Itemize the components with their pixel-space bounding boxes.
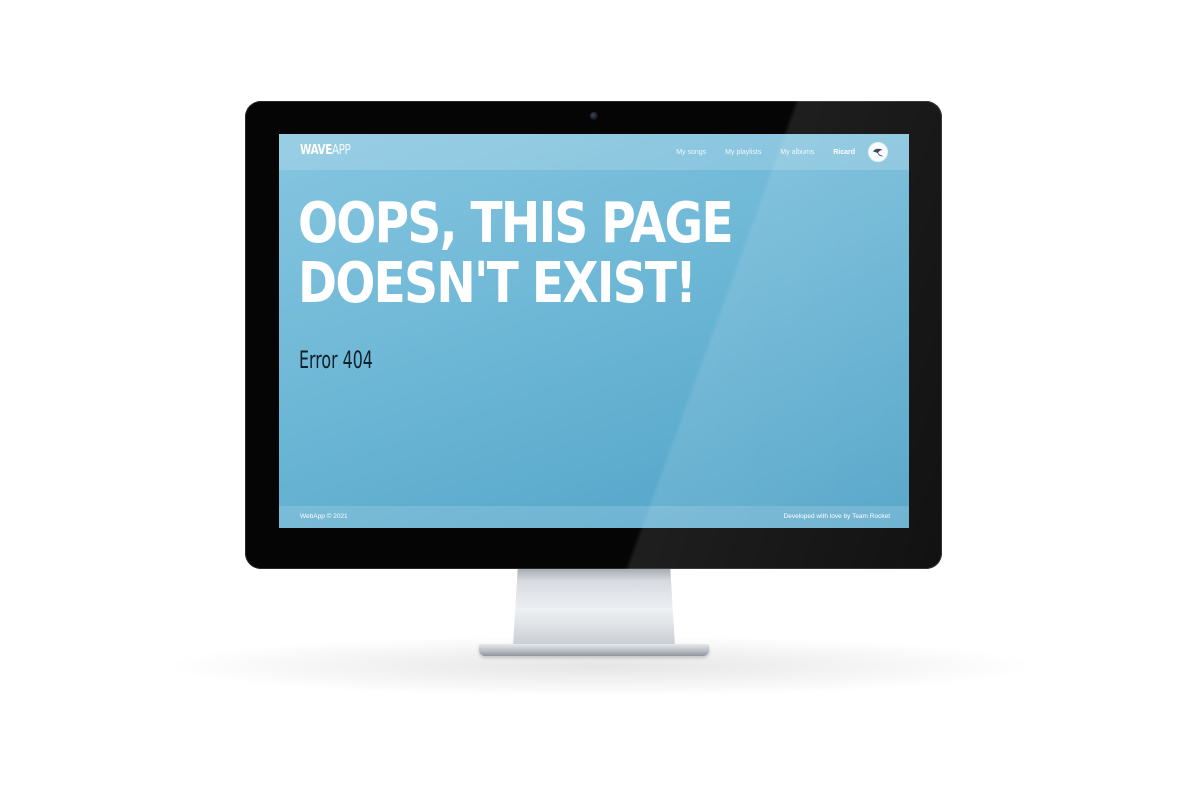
nav-my-playlists[interactable]: My playlists bbox=[725, 149, 761, 156]
desktop-mockup: WAVEAPP My songs My playlists My albums … bbox=[0, 0, 1200, 800]
footer-copyright: WebApp © 2021 bbox=[300, 513, 348, 520]
camera-icon bbox=[590, 112, 598, 120]
footer-credit: Developed with love by Team Rocket bbox=[783, 513, 890, 520]
main-nav: My songs My playlists My albums Ricard bbox=[676, 142, 888, 162]
app-logo[interactable]: WAVEAPP bbox=[300, 143, 351, 159]
user-name[interactable]: Ricard bbox=[833, 149, 855, 156]
app-footer: WebApp © 2021 Developed with love by Tea… bbox=[279, 506, 909, 528]
logo-app-text: APP bbox=[331, 143, 351, 158]
logo-wave-text: WAVE bbox=[300, 143, 332, 158]
monitor-stand-neck bbox=[513, 566, 675, 646]
user-avatar-icon[interactable] bbox=[868, 142, 888, 162]
nav-my-albums[interactable]: My albums bbox=[780, 149, 814, 156]
nav-my-songs[interactable]: My songs bbox=[676, 149, 706, 156]
error-code: Error 404 bbox=[299, 346, 373, 374]
app-header: WAVEAPP My songs My playlists My albums … bbox=[279, 134, 909, 170]
monitor-stand-base bbox=[479, 644, 709, 656]
monitor-screen: WAVEAPP My songs My playlists My albums … bbox=[279, 134, 909, 528]
error-headline: OOPS, THIS PAGE DOESN'T EXIST! bbox=[298, 191, 734, 316]
